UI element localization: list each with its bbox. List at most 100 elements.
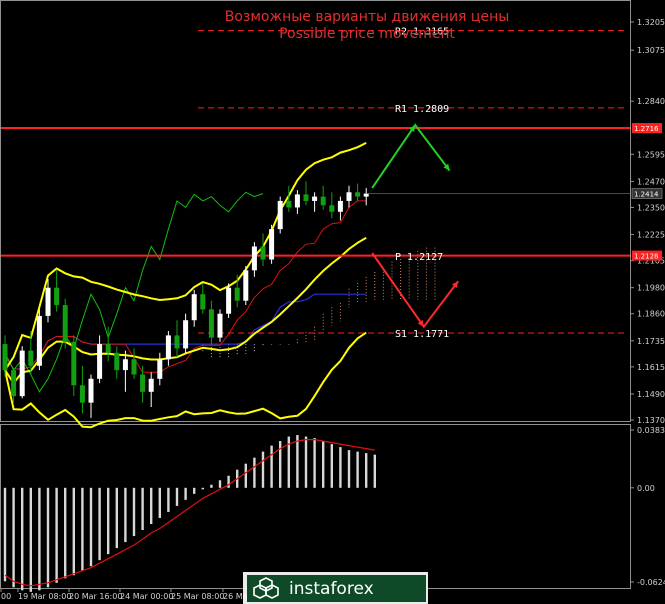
- x-axis-tick-label: 19 Mar 08:00: [18, 592, 71, 601]
- candle-body: [191, 294, 197, 321]
- candle-body: [294, 194, 300, 208]
- candle-body: [174, 335, 180, 349]
- candle-body: [165, 335, 171, 360]
- macd-histogram-bar: [3, 487, 7, 582]
- candle-body: [183, 320, 189, 349]
- y-axis-tick-label: 1.1615: [637, 363, 665, 372]
- macd-histogram-bar: [150, 487, 153, 524]
- candle-body: [140, 374, 146, 392]
- macd-histogram-bar: [55, 487, 58, 583]
- macd-histogram-bar: [296, 435, 299, 488]
- macd-histogram-bar: [356, 451, 359, 488]
- macd-axis-tick-label: -0.06247: [637, 578, 665, 587]
- price-badge-label: 1.2128: [634, 253, 659, 261]
- candle-body: [269, 229, 275, 260]
- level-label-s1: S1 1.1771: [395, 329, 449, 340]
- candle-body: [337, 200, 343, 212]
- candle-body: [217, 313, 223, 338]
- macd-histogram-bar: [373, 454, 376, 488]
- macd-histogram-bar: [339, 447, 342, 488]
- candle-body: [79, 385, 85, 403]
- macd-histogram-bar: [107, 487, 110, 555]
- candle-body: [71, 341, 77, 386]
- candle-body: [88, 378, 94, 403]
- macd-histogram-bar: [330, 444, 333, 488]
- x-axis-tick-label: 00: [1, 592, 11, 601]
- macd-histogram-bar: [72, 487, 75, 576]
- macd-histogram-bar: [89, 487, 93, 567]
- y-axis-tick-label: 1.3075: [637, 46, 665, 55]
- macd-histogram-bar: [244, 463, 247, 488]
- candle-body: [234, 287, 240, 301]
- macd-histogram-bar: [227, 475, 230, 488]
- macd-histogram-bar: [261, 451, 265, 488]
- candle-body: [243, 270, 249, 301]
- instaforex-logo: instaforex: [243, 572, 428, 604]
- x-axis-tick-label: 20 Mar 16:00: [69, 592, 122, 601]
- macd-histogram-bar: [184, 487, 187, 500]
- candle-body: [28, 350, 34, 366]
- candle-body: [157, 359, 163, 379]
- macd-histogram-bar: [253, 457, 256, 488]
- candle-body: [54, 287, 60, 306]
- y-axis-tick-label: 1.1370: [637, 416, 665, 425]
- macd-histogram-bar: [175, 487, 179, 506]
- candle-body: [303, 194, 309, 201]
- macd-histogram-bar: [21, 487, 24, 591]
- macd-histogram-bar: [218, 480, 222, 488]
- candle-body: [226, 287, 232, 314]
- macd-histogram-bar: [365, 453, 368, 488]
- macd-histogram-bar: [29, 487, 32, 592]
- level-label-r1: R1 1.2809: [395, 104, 449, 115]
- candle-body: [11, 370, 17, 397]
- macd-histogram-bar: [270, 445, 273, 488]
- candle-body: [45, 287, 51, 316]
- candle-body: [355, 192, 361, 197]
- candle-body: [105, 344, 111, 353]
- candle-body: [2, 344, 8, 371]
- candle-body: [329, 205, 335, 212]
- candle-body: [131, 359, 137, 375]
- candle-body: [251, 246, 257, 271]
- macd-histogram-bar: [64, 487, 67, 579]
- chart-title: Возможные варианты движения цены: [225, 9, 510, 25]
- macd-histogram-bar: [115, 487, 118, 549]
- price-badge-label: 1.2716: [634, 125, 659, 133]
- y-axis-tick-label: 1.2470: [637, 177, 665, 186]
- candle-body: [36, 315, 42, 366]
- macd-histogram-bar: [210, 484, 213, 488]
- x-axis-tick-label: 24 Mar 00:00: [120, 592, 173, 601]
- logo-text: instaforex: [289, 579, 374, 599]
- macd-histogram-bar: [12, 487, 15, 588]
- price-chart: R2 1.3165R1 1.2809P 1.2127S1 1.1771 Возм…: [0, 0, 665, 604]
- y-axis-tick-label: 1.1860: [637, 310, 665, 319]
- macd-histogram-bar: [98, 487, 101, 561]
- price-badge-label: 1.2414: [634, 191, 659, 199]
- candle-body: [19, 350, 25, 397]
- y-axis-tick-label: 1.3205: [637, 18, 665, 27]
- macd-histogram-bar: [193, 487, 196, 494]
- macd-histogram-bar: [201, 487, 204, 490]
- y-axis-tick-label: 1.1735: [637, 337, 665, 346]
- candle-body: [114, 352, 120, 371]
- macd-histogram-bar: [167, 487, 170, 512]
- candle-body: [320, 196, 326, 206]
- y-axis-tick-label: 1.2350: [637, 203, 665, 212]
- y-axis-tick-label: 1.1980: [637, 284, 665, 293]
- macd-histogram-bar: [141, 487, 144, 531]
- candle-body: [148, 378, 154, 392]
- y-axis-tick-label: 1.2225: [637, 231, 665, 240]
- candle-body: [208, 309, 214, 338]
- candle-body: [62, 305, 68, 342]
- macd-histogram-bar: [304, 436, 308, 488]
- macd-histogram-bar: [322, 441, 325, 488]
- candle-body: [346, 192, 352, 201]
- y-axis-tick-label: 1.1490: [637, 390, 665, 399]
- candle-body: [97, 344, 103, 379]
- macd-histogram-bar: [158, 487, 161, 518]
- candle-body: [260, 246, 266, 260]
- candle-body: [122, 359, 128, 371]
- y-axis-tick-label: 1.2840: [637, 97, 665, 106]
- macd-axis-tick-label: 0.00: [637, 484, 655, 493]
- candle-body: [312, 196, 318, 201]
